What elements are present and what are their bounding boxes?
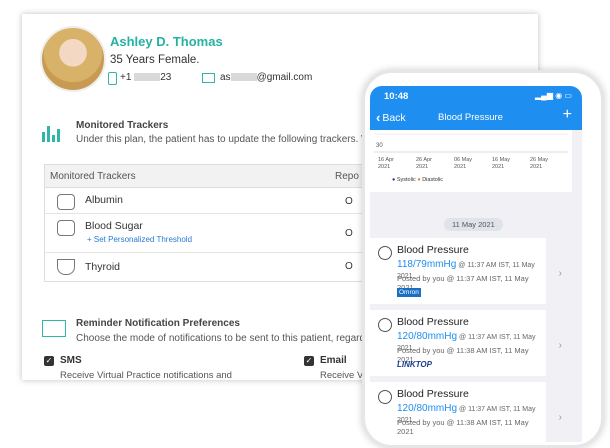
albumin-icon — [57, 194, 75, 210]
patient-avatar — [40, 26, 106, 92]
entry-reading: 118/79mmHg — [397, 259, 457, 270]
blood-sugar-icon — [57, 220, 75, 236]
email-description: Receive V — [320, 370, 364, 380]
stethoscope-icon — [378, 246, 392, 260]
reminder-title: Reminder Notification Preferences — [76, 318, 240, 329]
redacted-email — [230, 73, 257, 82]
reminder-subtitle: Choose the mode of notifications to be s… — [76, 333, 379, 344]
stethoscope-icon — [378, 318, 392, 332]
col-tracker: Monitored Trackers — [50, 171, 136, 182]
sms-description: Receive Virtual Practice notifications a… — [60, 370, 232, 380]
entry-posted: Posted by you @ 11:38 AM IST, 11 May 202… — [397, 418, 529, 436]
tracker-report[interactable]: O — [345, 261, 353, 272]
chevron-right-icon: › — [558, 412, 562, 423]
y-tick-label: 30 — [376, 143, 383, 149]
chevron-left-icon: ‹ — [376, 110, 381, 125]
entry-title: Blood Pressure — [397, 388, 469, 400]
patient-name[interactable]: Ashley D. Thomas — [110, 34, 223, 49]
x-tick-label: 26 May 2021 — [530, 157, 549, 170]
patient-age-gender: 35 Years Female. — [110, 54, 200, 66]
legend-dot-diastolic: ● — [417, 177, 421, 183]
email-label: Email — [320, 355, 347, 366]
x-tick-label: 06 May 2021 — [454, 157, 473, 170]
entry-reading: 120/80mmHg — [397, 331, 458, 342]
status-time: 10:48 — [384, 91, 409, 102]
email-prefix: as — [220, 72, 231, 83]
tracker-label: Thyroid — [85, 261, 121, 273]
bp-entry-card[interactable]: Blood Pressure 120/80mmHg @ 11:37 AM IST,… — [370, 310, 562, 376]
envelope-icon — [42, 320, 66, 337]
back-label: Back — [382, 112, 406, 124]
source-logo: LINKTOP — [397, 360, 432, 369]
sms-label: SMS — [60, 355, 82, 366]
nav-bar: 10:48 ▂▄▆ ◉ ▭ ‹ Back Blood Pressure + — [370, 86, 582, 130]
status-icons: ▂▄▆ ◉ ▭ — [535, 91, 572, 100]
email-checkbox[interactable]: ✓ — [304, 356, 314, 366]
back-button[interactable]: ‹ Back — [376, 110, 406, 125]
date-pill: 11 May 2021 — [444, 218, 503, 231]
email-icon — [202, 73, 215, 83]
entry-title: Blood Pressure — [397, 316, 469, 328]
legend-diastolic: Diastolic — [422, 177, 443, 183]
x-tick-label: 26 Apr 2021 — [416, 157, 432, 170]
x-tick-label: 16 May 2021 — [492, 157, 511, 170]
trackers-title: Monitored Trackers — [76, 120, 169, 131]
bp-chart: 30 16 Apr 2021 26 Apr 2021 06 May 2021 1… — [370, 130, 572, 192]
source-badge: Omron — [397, 288, 421, 297]
thyroid-icon — [57, 259, 75, 275]
tracker-label: Blood Sugar — [85, 220, 143, 232]
tracker-label: Albumin — [85, 194, 123, 206]
x-tick-label: 16 Apr 2021 — [378, 157, 394, 170]
chevron-right-icon: › — [558, 268, 562, 279]
phone-icon — [108, 72, 117, 85]
screen-title: Blood Pressure — [438, 112, 503, 123]
patient-phone: +1 23 — [120, 72, 171, 83]
bp-entry-card[interactable]: Blood Pressure 118/79mmHg @ 11:37 AM IST,… — [370, 238, 562, 304]
phone-content: 30 16 Apr 2021 26 Apr 2021 06 May 2021 1… — [370, 130, 582, 442]
patient-email: as @gmail.com — [220, 72, 312, 83]
chart-legend: ● Systolic ● Diastolic — [392, 177, 443, 183]
stethoscope-icon — [378, 390, 392, 404]
trackers-subtitle: Under this plan, the patient has to upda… — [76, 134, 399, 145]
chevron-right-icon: › — [558, 340, 562, 351]
legend-dot-systolic: ● — [392, 177, 396, 183]
bp-entry-card[interactable]: Blood Pressure 120/80mmHg @ 11:37 AM IST,… — [370, 382, 562, 442]
sms-checkbox[interactable]: ✓ — [44, 356, 54, 366]
trackers-chart-icon — [42, 124, 64, 142]
phone-suffix: 23 — [160, 72, 172, 83]
tracker-report[interactable]: O — [345, 196, 353, 207]
legend-systolic: Systolic — [396, 177, 416, 183]
phone-prefix: +1 — [120, 72, 132, 83]
set-threshold-link[interactable]: + Set Personalized Threshold — [87, 235, 192, 244]
add-button[interactable]: + — [563, 106, 572, 124]
col-report: Repo — [335, 171, 359, 182]
tracker-report[interactable]: O — [345, 228, 353, 239]
entry-title: Blood Pressure — [397, 244, 469, 256]
email-suffix: @gmail.com — [256, 72, 313, 83]
entry-reading: 120/80mmHg — [397, 403, 458, 414]
phone-mockup: 10:48 ▂▄▆ ◉ ▭ ‹ Back Blood Pressure + 30 … — [362, 70, 604, 448]
redacted-phone — [134, 73, 161, 82]
